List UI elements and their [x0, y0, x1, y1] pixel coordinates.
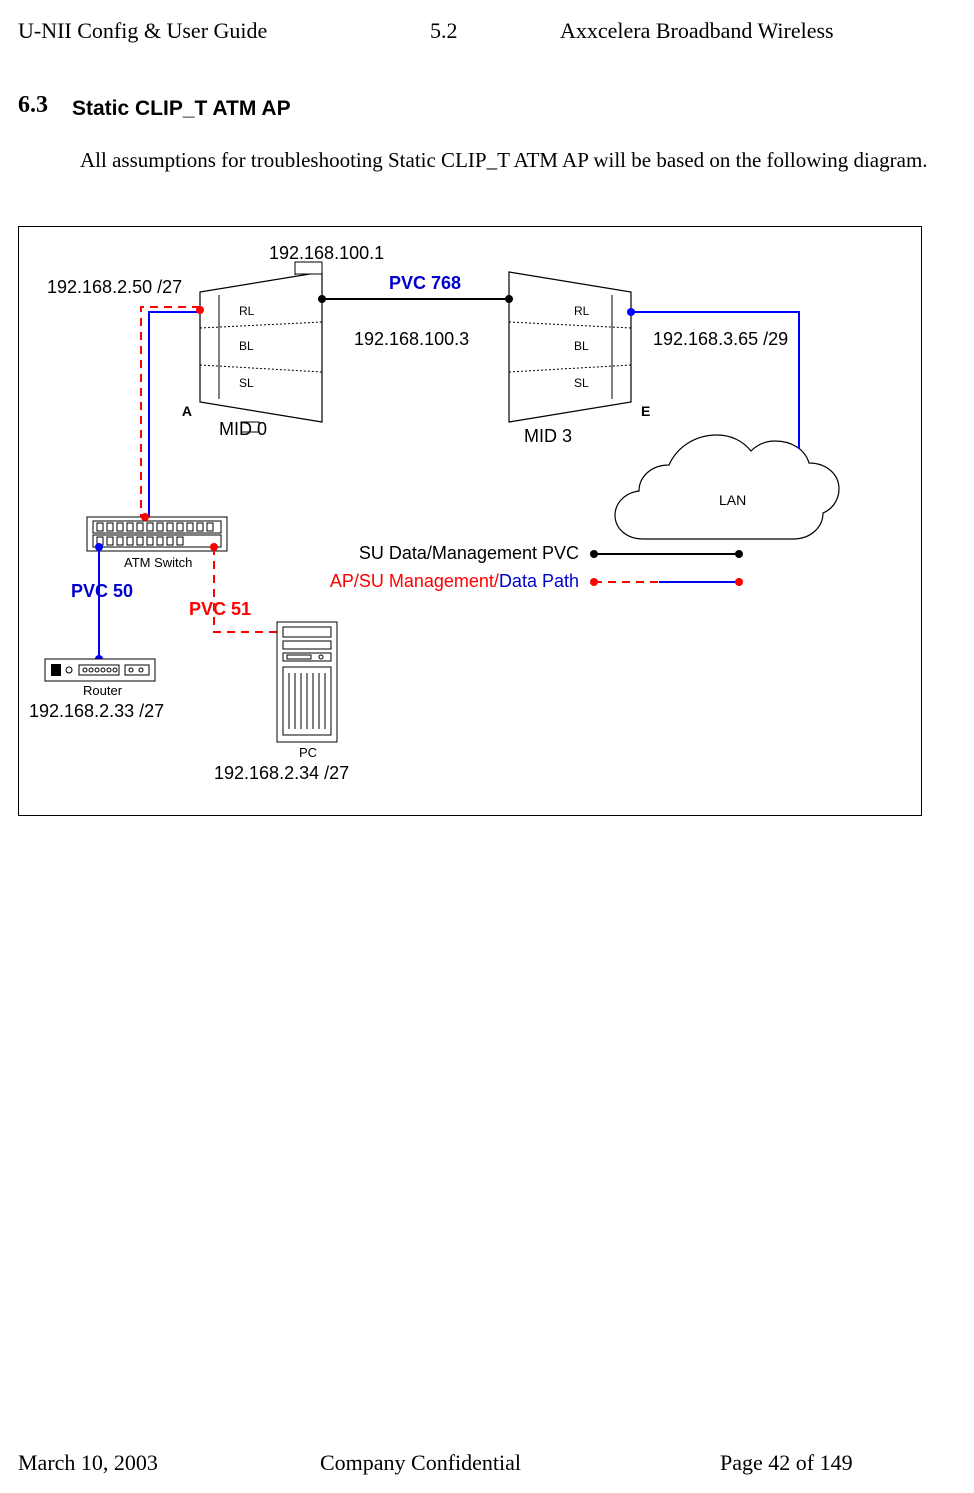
footer-left: March 10, 2003 [18, 1450, 158, 1476]
network-diagram: RL BL SL A MID 0 192.168.100.1 192.168.2… [19, 227, 921, 815]
footer-right: Page 42 of 149 [720, 1450, 853, 1476]
pc: PC [277, 622, 337, 760]
legend-apsu-text: AP/SU Management/Data Path [330, 571, 579, 591]
lan-label: LAN [719, 492, 746, 508]
su-unit: RL BL SL E [509, 272, 650, 422]
pvc51-link [214, 547, 277, 632]
intro-text: All assumptions for troubleshooting Stat… [80, 148, 928, 172]
su-bl-label: BL [574, 339, 589, 353]
pc-label: PC [299, 745, 317, 760]
legend-su-text: SU Data/Management PVC [359, 543, 579, 563]
router: Router [45, 659, 155, 698]
header-mid: 5.2 [430, 18, 458, 44]
ap-rl-label: RL [239, 304, 255, 318]
router-label: Router [83, 683, 123, 698]
footer-mid: Company Confidential [320, 1450, 521, 1476]
atm-switch: ATM Switch [87, 517, 227, 570]
ip-su-eth: 192.168.3.65 /29 [653, 329, 788, 349]
ap-bl-label: BL [239, 339, 254, 353]
header-right: Axxcelera Broadband Wireless [560, 18, 834, 44]
label-A: A [182, 403, 192, 419]
ip-pc: 192.168.2.34 /27 [214, 763, 349, 783]
su-rl-label: RL [574, 304, 590, 318]
ip-ap-eth: 192.168.2.50 /27 [47, 277, 182, 297]
mid0-label: MID 0 [219, 419, 267, 439]
page: U-NII Config & User Guide 5.2 Axxcelera … [0, 0, 974, 1493]
section-title: Static CLIP_T ATM AP [72, 97, 291, 121]
mid3-label: MID 3 [524, 426, 572, 446]
label-E: E [641, 403, 650, 419]
pvc51-label: PVC 51 [189, 599, 251, 619]
su-sl-label: SL [574, 376, 589, 390]
intro-paragraph: All assumptions for troubleshooting Stat… [18, 148, 948, 173]
pvc50-label: PVC 50 [71, 581, 133, 601]
ip-su-radio: 192.168.100.3 [354, 329, 469, 349]
section-number: 6.3 [18, 92, 48, 119]
lan-cloud: LAN [615, 435, 839, 539]
pvc768-label: PVC 768 [389, 273, 461, 293]
ap-sl-label: SL [239, 376, 254, 390]
ap-unit: RL BL SL A [182, 262, 322, 432]
ip-router: 192.168.2.33 /27 [29, 701, 164, 721]
ap-atm-data [149, 312, 200, 517]
ip-ap-radio: 192.168.100.1 [269, 243, 384, 263]
atm-switch-label: ATM Switch [124, 555, 192, 570]
diagram-frame: RL BL SL A MID 0 192.168.100.1 192.168.2… [18, 226, 922, 816]
header-left: U-NII Config & User Guide [18, 18, 267, 44]
legend: SU Data/Management PVC AP/SU Management/… [330, 543, 743, 591]
